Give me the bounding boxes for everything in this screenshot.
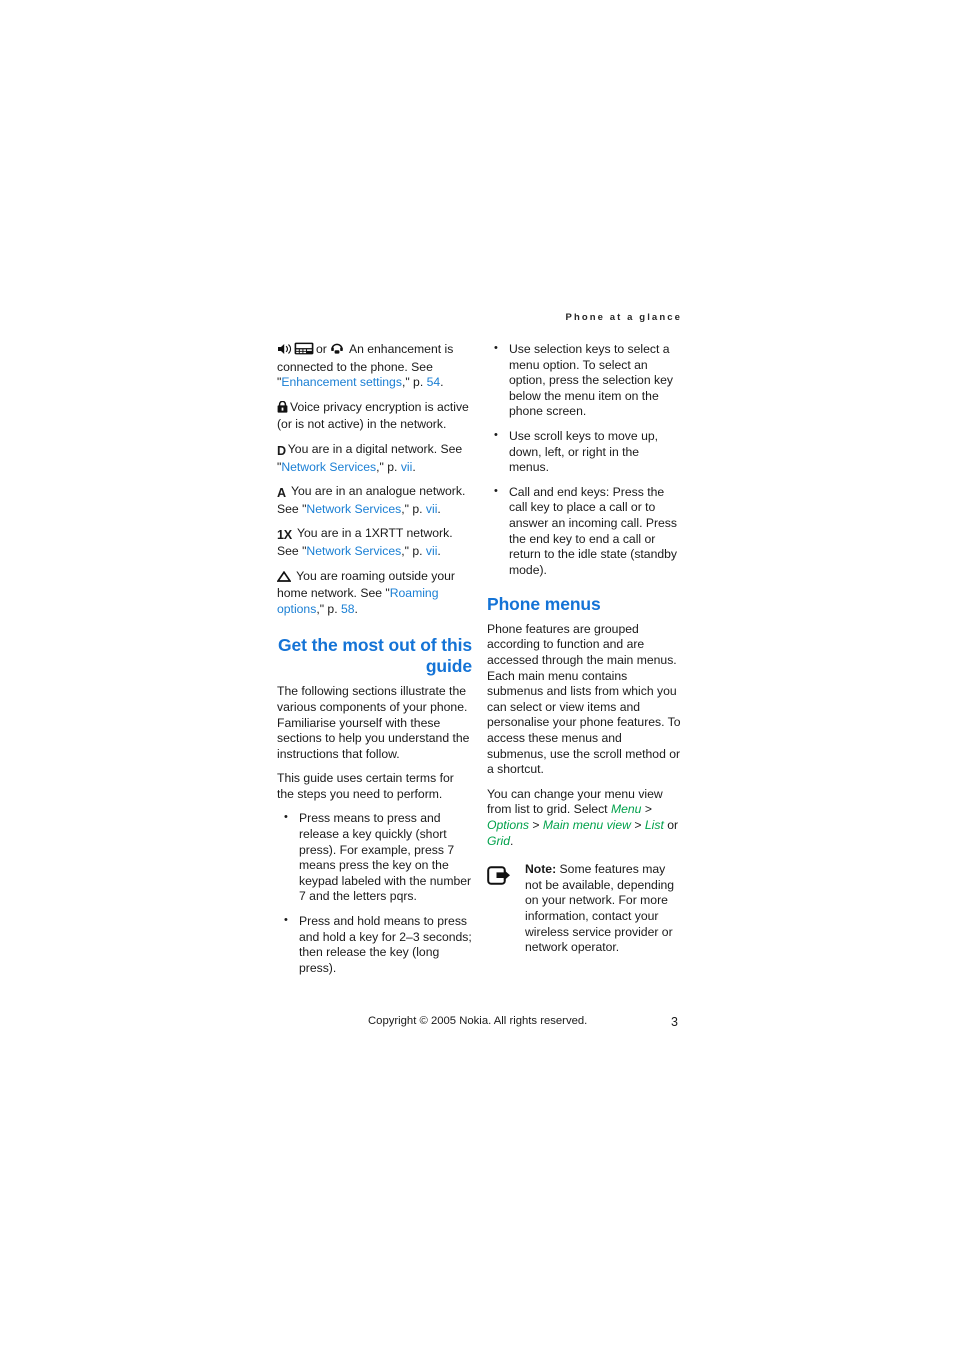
indicator-text-after: ," p. (401, 501, 426, 516)
menu-path-separator: > (630, 817, 645, 832)
link-network-services[interactable]: Network Services (281, 460, 376, 474)
page-link-54[interactable]: 54 (427, 375, 441, 389)
list-item: Use scroll keys to move up, down, left, … (487, 428, 682, 476)
copyright-notice: Copyright © 2005 Nokia. All rights reser… (368, 1015, 588, 1027)
paragraph-change-menu-view: You can change your menu view from list … (487, 787, 682, 849)
paragraph-certain-terms: This guide uses certain terms for the st… (277, 771, 454, 801)
link-network-services[interactable]: Network Services (306, 502, 401, 516)
list-item: Press means to press and release a key q… (277, 810, 472, 905)
document-page: Phone at a glance or An enhancement is c… (0, 0, 954, 1351)
menu-path-menu[interactable]: Menu (611, 802, 642, 816)
note-arrow-icon (487, 865, 517, 889)
roaming-triangle-icon (276, 570, 292, 587)
list-item: Use selection keys to select a menu opti… (487, 341, 682, 420)
indicator-voice-privacy: Voice privacy encryption is active (or i… (277, 400, 472, 433)
heading-get-the-most-out-of-this-guide: Get the most out of this guide (278, 635, 472, 676)
indicator-end: . (437, 501, 441, 516)
note-label: Note: (525, 862, 557, 877)
link-enhancement-settings[interactable]: Enhancement settings (281, 375, 402, 389)
list-item: Press and hold means to press and hold a… (277, 913, 472, 976)
indicator-end: . (437, 543, 441, 558)
note-text: Note: Some features may not be available… (525, 862, 682, 956)
paragraph-following-sections: The following sections illustrate the va… (277, 684, 470, 761)
page-link-58[interactable]: 58 (341, 602, 355, 616)
page-number: 3 (671, 1015, 678, 1029)
analogue-network-icon: A (277, 486, 286, 501)
menu-path-grid[interactable]: Grid (487, 834, 510, 848)
menu-path-options[interactable]: Options (487, 818, 529, 832)
indicator-digital-network: D You are in a digital network. See "Netw… (277, 442, 472, 475)
indicator-text-after: ," p. (401, 543, 426, 558)
car-kit-icon (294, 342, 314, 360)
link-network-services[interactable]: Network Services (306, 544, 401, 558)
indicator-end: . (354, 601, 358, 616)
list-item: Call and end keys: Press the call key to… (487, 484, 682, 579)
headset-icon (330, 342, 344, 360)
indicator-text-after: ," p. (376, 459, 401, 474)
indicator-roaming: You are roaming outside your home networ… (276, 569, 472, 618)
page-link-vii[interactable]: vii (426, 502, 438, 516)
paragraph-phone-features: Phone features are grouped according to … (487, 621, 681, 777)
left-bullet-list: Press means to press and release a key q… (277, 810, 472, 976)
left-column: or An enhancement is connected to the ph… (276, 342, 472, 985)
indicator-separator: or (316, 342, 327, 356)
menu-path-separator: > (641, 802, 652, 817)
speaker-icon (277, 343, 292, 360)
indicator-enhancement: or An enhancement is connected to the ph… (277, 342, 472, 391)
indicator-analogue-network: A You are in an analogue network. See "N… (277, 484, 472, 517)
indicator-end: . (440, 375, 444, 390)
padlock-icon (277, 400, 288, 418)
menu-path-list[interactable]: List (645, 818, 664, 832)
indicator-text-after: ," p. (316, 601, 341, 616)
digital-network-icon: D (277, 443, 286, 458)
indicator-end: . (412, 459, 416, 474)
1xrtt-network-icon: 1X (277, 528, 292, 543)
note-box: Note: Some features may not be available… (487, 862, 682, 956)
page-link-vii[interactable]: vii (401, 460, 413, 474)
menu-path-separator: or (663, 817, 679, 832)
heading-phone-menus: Phone menus (487, 594, 601, 615)
indicator-text: Voice privacy encryption is active (or i… (277, 399, 469, 432)
menu-path-main-menu-view[interactable]: Main menu view (543, 818, 631, 832)
menu-path-separator: > (529, 817, 543, 832)
indicator-1xrtt-network: 1X You are in a 1XRTT network. See "Netw… (277, 526, 472, 559)
indicator-text-after: ," p. (401, 375, 427, 390)
running-header: Phone at a glance (565, 312, 682, 323)
right-column: Use selection keys to select a menu opti… (487, 341, 682, 956)
menu-path-end: . (510, 833, 514, 848)
right-bullet-list: Use selection keys to select a menu opti… (487, 341, 682, 579)
page-link-vii[interactable]: vii (426, 544, 438, 558)
